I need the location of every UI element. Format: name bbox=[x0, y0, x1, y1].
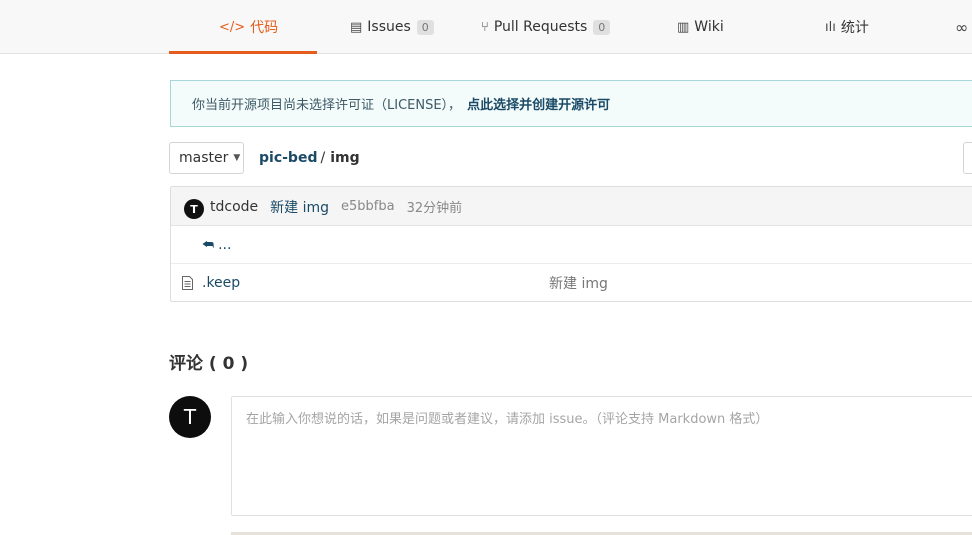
table-row: .keep 新建 img bbox=[171, 264, 972, 302]
commit-message-link[interactable]: 新建 img bbox=[270, 197, 329, 217]
commit-time: 32分钟前 bbox=[406, 201, 463, 216]
breadcrumb-current-dir: img bbox=[330, 150, 360, 166]
breadcrumb: pic-bed / img bbox=[259, 148, 360, 168]
active-tab-indicator bbox=[169, 51, 317, 54]
tab-wiki-label: Wiki bbox=[694, 19, 724, 35]
tab-stats-label: 统计 bbox=[840, 20, 869, 36]
create-license-link[interactable]: 点此选择并创建开源许可 bbox=[467, 94, 610, 113]
parent-directory-row[interactable]: ⮪ ... bbox=[171, 226, 972, 264]
toolbar-button[interactable] bbox=[963, 142, 972, 174]
comments-title: 评论 ( 0 ) bbox=[169, 354, 249, 374]
tab-wiki[interactable]: ▥ Wiki bbox=[677, 0, 724, 54]
current-user-avatar: T bbox=[169, 396, 211, 438]
tab-stats[interactable]: ılı 统计 bbox=[825, 0, 869, 54]
author-avatar[interactable]: T bbox=[184, 199, 204, 219]
license-notice-text: 你当前开源项目尚未选择许可证（LICENSE）， bbox=[192, 98, 462, 113]
file-name-link[interactable]: .keep bbox=[202, 264, 240, 302]
issues-count-badge: 0 bbox=[416, 19, 434, 35]
tab-pull-requests-label: Pull Requests bbox=[493, 19, 588, 35]
tab-issues[interactable]: ▤ Issues 0 bbox=[350, 0, 434, 54]
issues-icon: ▤ bbox=[350, 19, 363, 35]
code-icon: </> bbox=[219, 19, 246, 35]
stats-icon: ılı bbox=[825, 19, 836, 35]
wiki-icon: ▥ bbox=[677, 19, 690, 35]
file-commit-message[interactable]: 新建 img bbox=[549, 264, 608, 302]
file-icon bbox=[182, 276, 193, 290]
infinity-icon: ∞ bbox=[955, 17, 969, 37]
tab-pull-requests[interactable]: ⑂ Pull Requests 0 bbox=[481, 0, 611, 54]
tab-code-label: 代码 bbox=[250, 20, 279, 36]
caret-down-icon: ▼ bbox=[233, 153, 241, 163]
file-list: T tdcode 新建 img e5bbfba 32分钟前 ⮪ ... .kee… bbox=[170, 186, 972, 302]
comment-input[interactable] bbox=[231, 396, 972, 516]
tab-code[interactable]: </> 代码 bbox=[219, 0, 278, 54]
tab-more[interactable]: ∞ bbox=[955, 0, 972, 54]
parent-directory-link[interactable]: ⮪ ... bbox=[202, 226, 231, 264]
breadcrumb-separator: / bbox=[320, 150, 326, 166]
branch-selector[interactable]: master ▼ bbox=[169, 142, 244, 174]
repo-tab-bar: </> 代码 ▤ Issues 0 ⑂ Pull Requests 0 ▥ Wi… bbox=[0, 0, 972, 54]
reply-arrow-icon: ⮪ bbox=[202, 237, 215, 253]
latest-commit-row: T tdcode 新建 img e5bbfba 32分钟前 bbox=[171, 187, 972, 226]
branch-name: master bbox=[179, 150, 229, 166]
license-notice: 你当前开源项目尚未选择许可证（LICENSE）， 点此选择并创建开源许可 bbox=[170, 80, 972, 127]
pull-requests-count-badge: 0 bbox=[593, 19, 611, 35]
commit-author[interactable]: tdcode bbox=[210, 199, 258, 215]
pull-request-icon: ⑂ bbox=[481, 19, 489, 35]
breadcrumb-repo-link[interactable]: pic-bed bbox=[259, 150, 317, 166]
tab-issues-label: Issues bbox=[367, 19, 411, 35]
parent-directory-label: ... bbox=[218, 237, 232, 253]
commit-sha[interactable]: e5bbfba bbox=[341, 199, 395, 214]
